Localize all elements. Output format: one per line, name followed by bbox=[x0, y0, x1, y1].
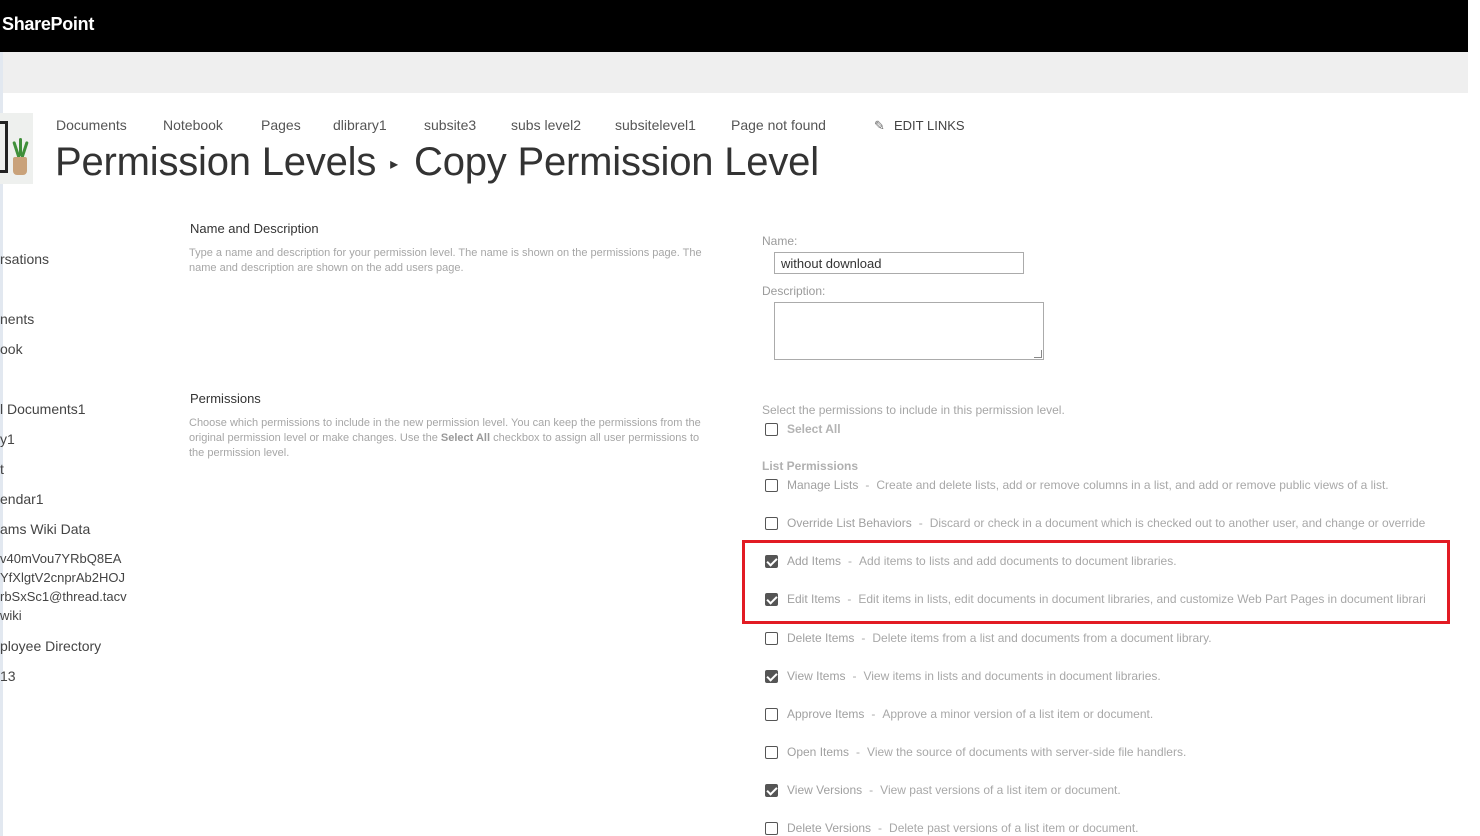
permission-desc: Delete past versions of a list item or d… bbox=[889, 821, 1139, 835]
quicklaunch-item[interactable]: l Documents1 bbox=[0, 401, 86, 417]
topnav-link-notebook[interactable]: Notebook bbox=[163, 117, 223, 133]
permissions-help: Choose which permissions to include in t… bbox=[189, 417, 701, 459]
name-description-help: Type a name and description for your per… bbox=[189, 247, 702, 274]
quicklaunch-item[interactable]: nents bbox=[0, 311, 34, 327]
edit-items-checkbox[interactable] bbox=[765, 593, 778, 606]
quicklaunch-item[interactable]: v40mVou7YRbQ8EA bbox=[0, 551, 121, 566]
permission-name: Add Items bbox=[787, 554, 842, 568]
sharepoint-brand[interactable]: SharePoint bbox=[2, 14, 94, 35]
permission-name: Override List Behaviors bbox=[787, 516, 912, 530]
delete-items-checkbox[interactable] bbox=[765, 632, 778, 645]
approve-items-checkbox[interactable] bbox=[765, 708, 778, 721]
view-items-checkbox[interactable] bbox=[765, 670, 778, 683]
permission-name: Manage Lists bbox=[787, 478, 859, 492]
permission-name: View Items bbox=[787, 669, 846, 683]
permission-name: Edit Items bbox=[787, 592, 841, 606]
permission-name: Open Items bbox=[787, 745, 850, 759]
description-textarea[interactable] bbox=[774, 302, 1044, 360]
description-label: Description: bbox=[762, 284, 826, 298]
select-all-label: Select All bbox=[787, 422, 841, 436]
delete-versions-checkbox[interactable] bbox=[765, 822, 778, 835]
window-right-edge bbox=[1468, 0, 1480, 836]
topnav-link-subsite3[interactable]: subsite3 bbox=[424, 117, 476, 133]
quicklaunch-item[interactable]: ployee Directory bbox=[0, 638, 101, 654]
quicklaunch-item[interactable]: wiki bbox=[0, 608, 22, 623]
breadcrumb-separator-icon: ▸ bbox=[390, 156, 399, 174]
name-description-heading: Name and Description bbox=[190, 221, 319, 236]
permission-desc: Discard or check in a document which is … bbox=[929, 516, 1426, 530]
permission-name: Approve Items bbox=[787, 707, 865, 721]
permission-desc: Edit items in lists, edit documents in d… bbox=[858, 592, 1426, 606]
ribbon-bar bbox=[3, 52, 1468, 93]
permission-desc: Create and delete lists, add or remove c… bbox=[876, 478, 1389, 492]
permissions-intro: Select the permissions to include in thi… bbox=[762, 403, 1065, 417]
edit-links-label: EDIT LINKS bbox=[894, 118, 965, 133]
quicklaunch-item[interactable]: y1 bbox=[0, 431, 15, 447]
topnav-link-subsitelevel1[interactable]: subsitelevel1 bbox=[615, 117, 696, 133]
topnav-link-page-not-found[interactable]: Page not found bbox=[731, 117, 826, 133]
permission-desc: Delete items from a list and documents f… bbox=[872, 631, 1212, 645]
resize-grip-icon[interactable] bbox=[1034, 350, 1042, 358]
select-all-reference: Select All bbox=[440, 432, 491, 444]
quicklaunch-item[interactable]: 13 bbox=[0, 668, 16, 684]
permission-desc: View past versions of a list item or doc… bbox=[880, 783, 1121, 797]
pencil-icon: ✎ bbox=[874, 118, 885, 133]
topnav-link-subs-level2[interactable]: subs level2 bbox=[511, 117, 581, 133]
permission-name: View Versions bbox=[787, 783, 863, 797]
permission-desc: Approve a minor version of a list item o… bbox=[882, 707, 1154, 721]
name-input[interactable] bbox=[774, 252, 1024, 274]
permission-desc: View the source of documents with server… bbox=[867, 745, 1187, 759]
override-list-behaviors-checkbox[interactable] bbox=[765, 517, 778, 530]
site-logo-icon[interactable] bbox=[0, 113, 33, 184]
topnav-link-pages[interactable]: Pages bbox=[261, 117, 301, 133]
permission-name: Delete Items bbox=[787, 631, 855, 645]
quicklaunch-item[interactable]: rbSxSc1@thread.tacv bbox=[0, 589, 127, 604]
quicklaunch-item[interactable]: endar1 bbox=[0, 491, 44, 507]
quicklaunch-item[interactable]: t bbox=[0, 461, 4, 477]
topnav-link-dlibrary1[interactable]: dlibrary1 bbox=[333, 117, 387, 133]
name-label: Name: bbox=[762, 234, 798, 248]
list-permissions-heading: List Permissions bbox=[762, 459, 859, 473]
topnav-link-documents[interactable]: Documents bbox=[56, 117, 127, 133]
breadcrumb-current: Copy Permission Level bbox=[414, 140, 819, 184]
permission-desc: View items in lists and documents in doc… bbox=[863, 669, 1161, 683]
view-versions-checkbox[interactable] bbox=[765, 784, 778, 797]
suite-bar: SharePoint bbox=[0, 0, 1468, 52]
edit-links-button[interactable]: ✎ EDIT LINKS bbox=[874, 118, 965, 134]
add-items-checkbox[interactable] bbox=[765, 555, 778, 568]
open-items-checkbox[interactable] bbox=[765, 746, 778, 759]
quicklaunch-item[interactable]: ook bbox=[0, 341, 23, 357]
page-title: Permission Levels ▸ Copy Permission Level bbox=[55, 140, 819, 185]
manage-lists-checkbox[interactable] bbox=[765, 479, 778, 492]
breadcrumb-parent[interactable]: Permission Levels bbox=[55, 140, 376, 184]
select-all-checkbox[interactable] bbox=[765, 423, 778, 436]
annotation-highlight-box bbox=[742, 540, 1450, 624]
quicklaunch-item[interactable]: rsations bbox=[0, 251, 49, 267]
permission-desc: Add items to lists and add documents to … bbox=[859, 554, 1177, 568]
quicklaunch-item[interactable]: YfXlgtV2cnprAb2HOJ bbox=[0, 570, 125, 585]
quicklaunch-item[interactable]: ams Wiki Data bbox=[0, 521, 90, 537]
permission-name: Delete Versions bbox=[787, 821, 872, 835]
permissions-heading: Permissions bbox=[190, 391, 261, 406]
